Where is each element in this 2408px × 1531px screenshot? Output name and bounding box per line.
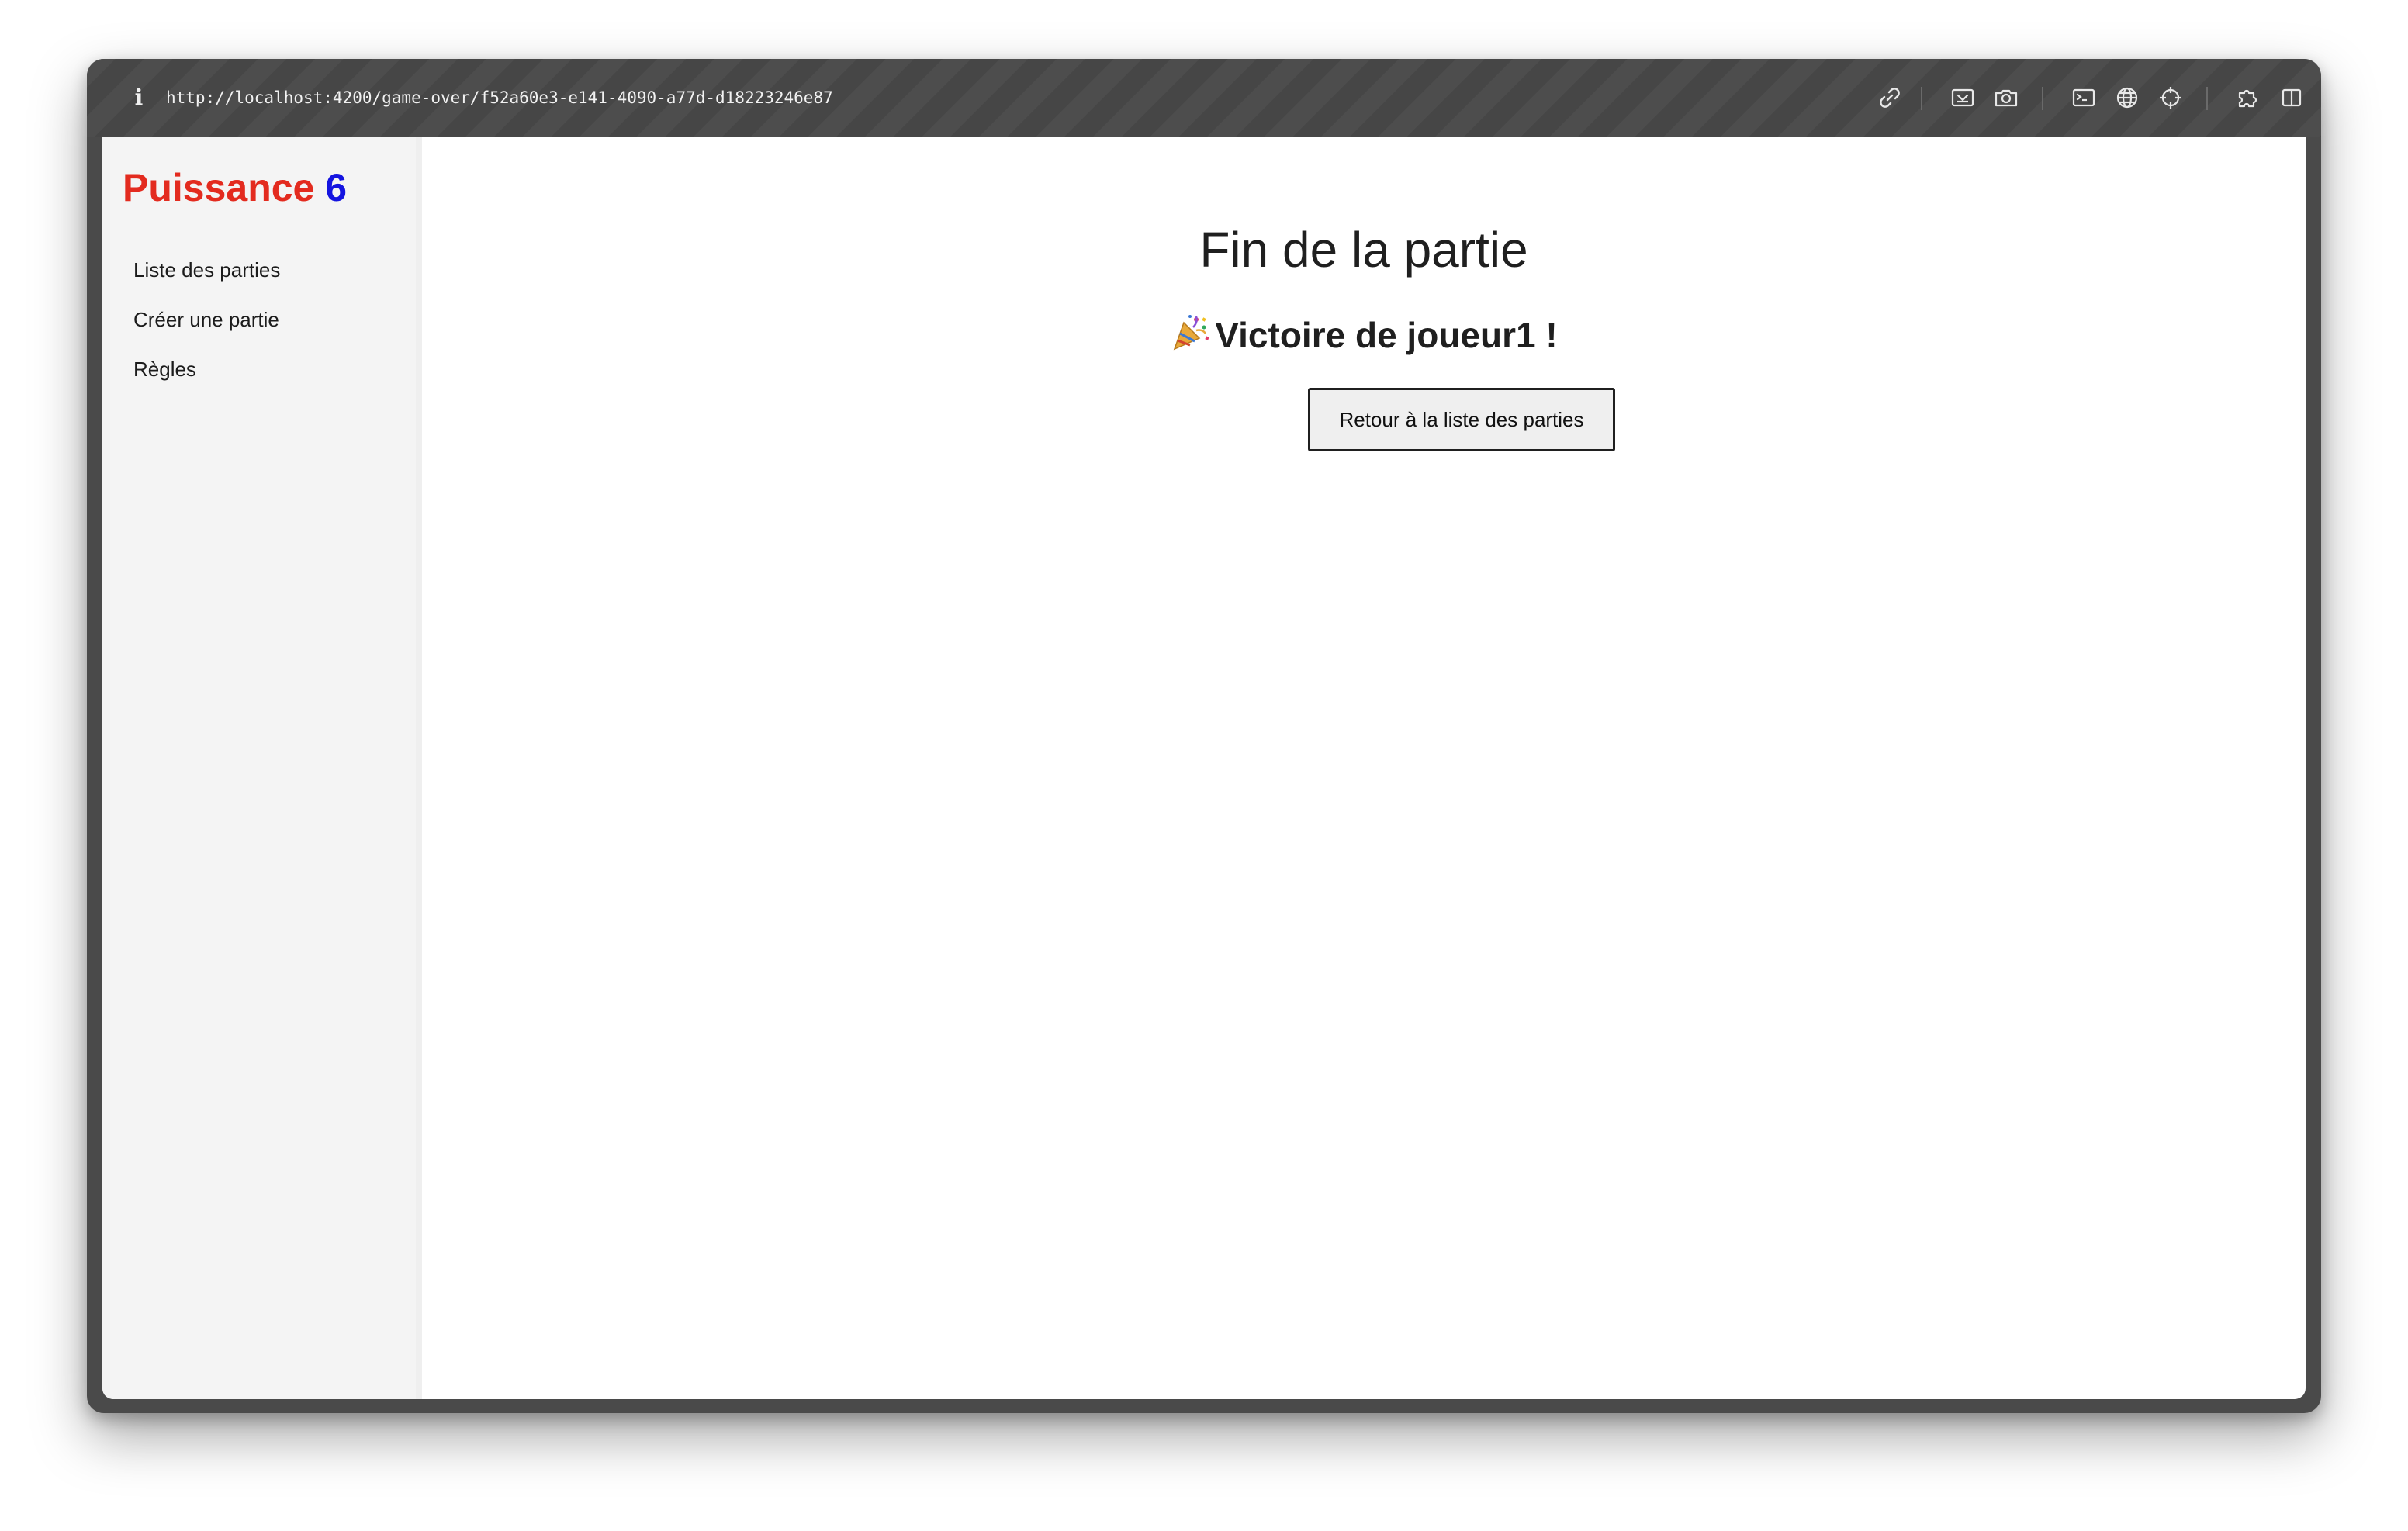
camera-icon[interactable] xyxy=(1991,82,2022,113)
toolbar-separator xyxy=(2206,87,2208,110)
logo-word: Puissance xyxy=(123,166,315,209)
logo-number: 6 xyxy=(325,166,348,209)
sidebar-nav: Liste des parties Créer une partie Règle… xyxy=(123,245,280,394)
browser-window: i http://localhost:4200/game-over/f52a60… xyxy=(87,59,2321,1413)
crosshair-icon[interactable] xyxy=(2155,82,2186,113)
page-viewport: Puissance 6 Liste des parties Créer une … xyxy=(102,137,2306,1399)
app-logo[interactable]: Puissance 6 xyxy=(123,163,347,213)
party-popper-icon xyxy=(1170,312,1210,352)
globe-icon[interactable] xyxy=(2112,82,2143,113)
info-icon[interactable]: i xyxy=(127,82,150,113)
back-to-game-list-button[interactable]: Retour à la liste des parties xyxy=(1308,388,1615,451)
winner-message: Victoire de joueur1 ! xyxy=(422,310,2306,360)
toolbar-separator xyxy=(2042,87,2043,110)
toolbar-separator xyxy=(1921,87,1922,110)
terminal-icon[interactable] xyxy=(2068,82,2099,113)
sidebar-item-create-game[interactable]: Créer une partie xyxy=(123,295,280,344)
link-icon[interactable] xyxy=(1874,82,1905,113)
page-title: Fin de la partie xyxy=(1199,222,1528,278)
sidebar-icon[interactable] xyxy=(2276,82,2307,113)
browser-toolbar: i http://localhost:4200/game-over/f52a60… xyxy=(87,59,2321,137)
winner-text: Victoire de joueur1 ! xyxy=(1215,315,1558,355)
extensions-icon[interactable] xyxy=(2233,82,2264,113)
address-bar-url[interactable]: http://localhost:4200/game-over/f52a60e3… xyxy=(166,82,833,113)
main-content: Fin de la partie Victoire de joueur1 ! R… xyxy=(422,137,2306,1399)
sidebar: Puissance 6 Liste des parties Créer une … xyxy=(102,137,422,1399)
sidebar-item-game-list[interactable]: Liste des parties xyxy=(123,245,280,295)
screenshot-area-icon[interactable] xyxy=(1947,82,1978,113)
sidebar-item-rules[interactable]: Règles xyxy=(123,344,280,394)
